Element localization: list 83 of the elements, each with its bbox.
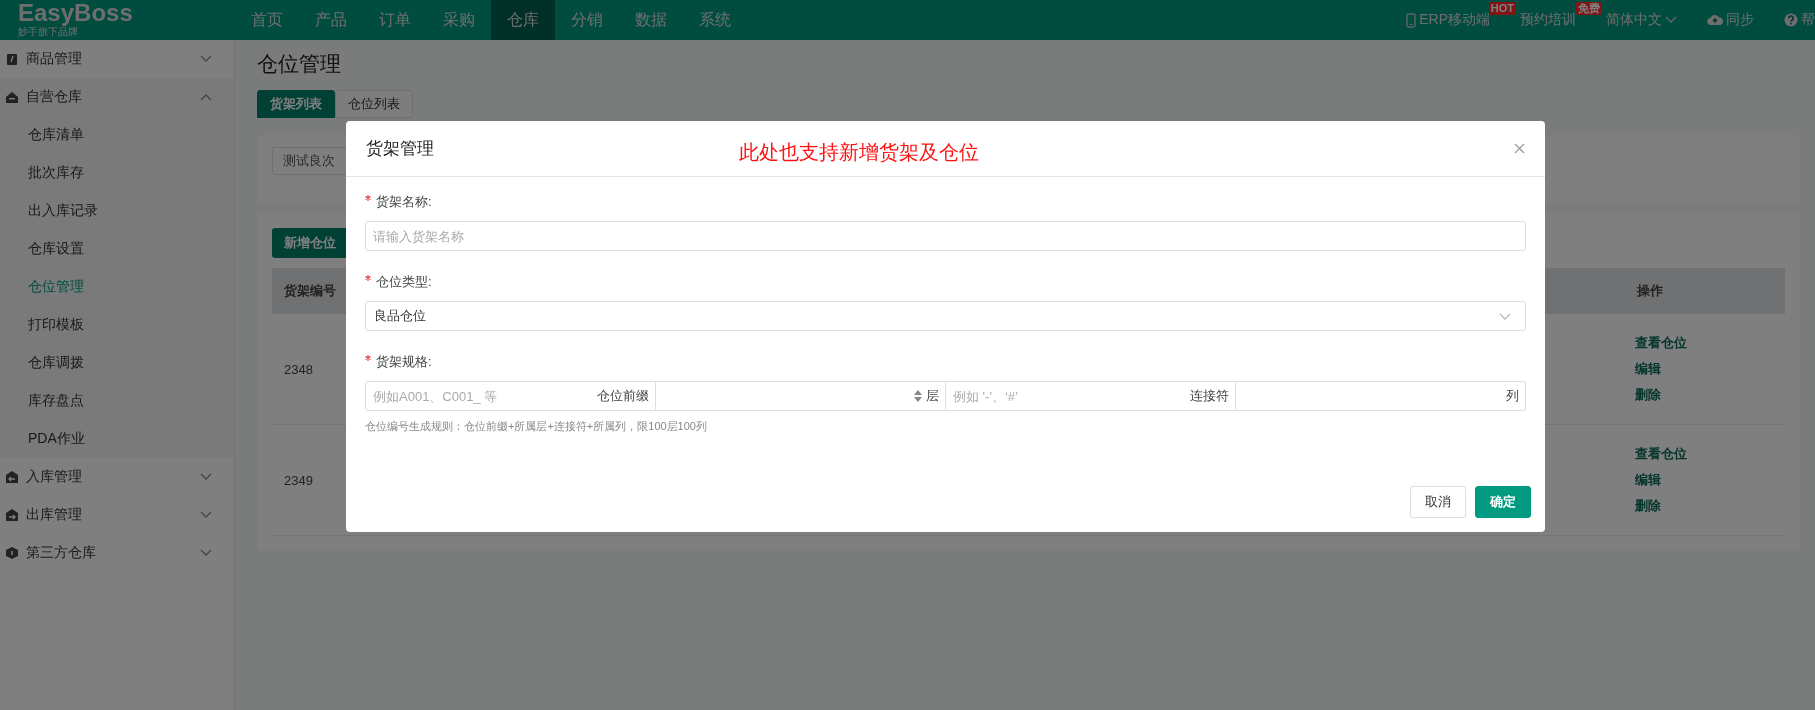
input-group[interactable]: 例如 '-'、‘#’ 连接符 [946,381,1236,411]
chevron-down-icon [1665,16,1677,24]
chevron-up-icon [200,93,212,101]
language-dropdown[interactable]: 简体中文 [1606,11,1677,29]
clipboard-icon [5,52,19,66]
cube-icon [5,546,19,560]
menu-group-label: 入库管理 [26,468,83,486]
menu-group-label: 自营仓库 [26,88,83,106]
logo-tagline: 妙手旗下品牌 [18,26,79,39]
promo-label: HOT [1488,2,1516,15]
menu-item[interactable]: 仓库调拨 [0,344,234,382]
confirm-button[interactable]: 确定 [1475,486,1531,518]
cancel-button[interactable]: 取消 [1410,486,1466,518]
action-link[interactable]: 查看仓位 [1635,334,1687,352]
nav-tab[interactable]: 数据 [619,0,683,40]
menu-item[interactable]: PDA作业 [0,420,234,458]
input-group[interactable]: 列 [1236,381,1526,411]
header-link[interactable]: 同步 [1707,11,1754,29]
input-field[interactable]: 例如 '-'、‘#’ [946,383,1186,409]
input-suffix: 仓位前缀 [596,387,650,405]
menu-item[interactable]: 打印模板 [0,306,234,344]
input-suffix: 层 [925,387,940,405]
chevron-down-icon [200,511,212,519]
menu-group[interactable]: 入库管理 [0,458,234,496]
input-suffix: 列 [1505,387,1520,405]
nav-tab[interactable]: 产品 [299,0,363,40]
chevron-down-icon [200,473,212,481]
input-group[interactable]: 例如A001、C001_ 等 仓位前缀 [365,381,656,411]
tab[interactable]: 货架列表 [257,90,335,118]
menu-group-label: 出库管理 [26,506,83,524]
nav-tab[interactable]: 采购 [427,0,491,40]
input-field[interactable]: 请输入货架名称 [365,221,1526,251]
nav-tab[interactable]: 分销 [555,0,619,40]
menu-group[interactable]: 第三方仓库 [0,534,234,572]
menu-group[interactable]: 自营仓库 [0,78,234,116]
menu-item[interactable]: 仓库清单 [0,116,234,154]
annotation-text: 此处也支持新增货架及仓位 [739,140,979,165]
nav-tab[interactable]: 首页 [235,0,299,40]
action-link[interactable]: 查看仓位 [1635,445,1687,463]
action-link[interactable]: 编辑 [1635,471,1661,489]
chevron-down-icon [200,549,212,557]
field-label: 货架名称: [376,193,432,211]
menu-item[interactable]: 库存盘点 [0,382,234,420]
close-icon[interactable] [1514,143,1525,154]
phone-icon [1406,12,1417,28]
chevron-down-icon [1499,312,1511,321]
input-suffix: 连接符 [1189,387,1230,405]
input-field[interactable]: 例如A001、C001_ 等 [366,383,593,409]
menu-item[interactable]: 批次库存 [0,154,234,192]
menu-item[interactable]: 出入库记录 [0,192,234,230]
action-link[interactable]: 删除 [1635,497,1661,515]
header-link[interactable]: 预约培训 [1520,11,1576,29]
box-arrow-icon [5,508,19,522]
menu-group[interactable]: 商品管理 [0,40,234,78]
column-header: 操作 [1625,268,1785,314]
house-icon [5,90,19,104]
menu-item[interactable]: 仓库设置 [0,230,234,268]
nav-tab[interactable]: 订单 [363,0,427,40]
field-label: 货架规格: [376,353,432,371]
help-icon [1784,13,1798,27]
nav-tab[interactable]: 仓库 [491,0,555,40]
cloud-upload-icon [1707,14,1723,26]
menu-item[interactable]: 仓位管理 [0,268,234,306]
field-label: 仓位类型: [376,273,432,291]
nav-tab[interactable]: 系统 [683,0,747,40]
header-link[interactable]: ERP移动端 [1406,11,1490,29]
action-link[interactable]: 编辑 [1635,360,1661,378]
tab[interactable]: 仓位列表 [335,90,413,118]
dialog-title: 货架管理 [366,138,434,160]
promo-label: 免费 [1576,2,1602,15]
add-button[interactable]: 新增仓位 [272,228,348,258]
spinner-icon[interactable] [914,390,922,402]
chevron-down-icon [200,55,212,63]
select-field[interactable]: 良品仓位 [365,301,1526,331]
box-arrow-icon [5,470,19,484]
input-group[interactable]: 层 [656,381,946,411]
page-title: 仓位管理 [257,51,342,77]
action-link[interactable]: 删除 [1635,386,1661,404]
menu-group-label: 商品管理 [26,50,83,68]
menu-group-label: 第三方仓库 [26,544,97,562]
header-link[interactable]: 帮 [1784,11,1815,29]
logo-text: EasyBoss [18,1,134,25]
menu-group[interactable]: 出库管理 [0,496,234,534]
